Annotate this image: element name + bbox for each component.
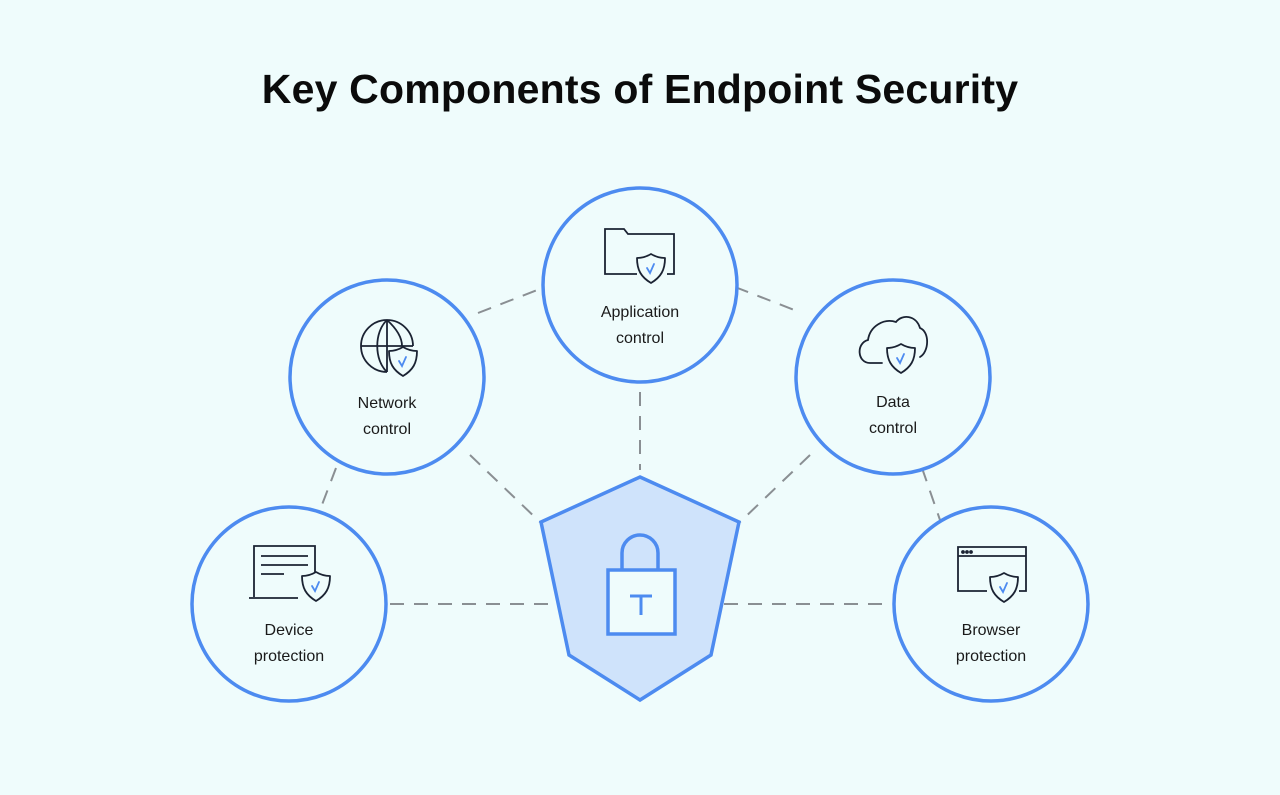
label-device-protection: Device protection <box>199 618 379 670</box>
connector-application-data <box>734 286 803 314</box>
circle-application-control <box>541 186 739 384</box>
label-line: control <box>362 421 412 438</box>
label-line: Browser <box>961 622 1021 639</box>
circle-data-control <box>794 278 992 476</box>
circle-browser-protection <box>892 505 1090 703</box>
connector-network-application <box>477 286 546 314</box>
label-network-control: Network control <box>297 391 477 443</box>
label-line: Data <box>876 394 910 411</box>
label-browser-protection: Browser protection <box>901 618 1081 670</box>
connector-device-network <box>319 467 337 511</box>
connector-data-browser <box>921 467 941 521</box>
connector-data-center <box>739 454 811 523</box>
label-application-control: Application control <box>550 300 730 352</box>
label-line: control <box>868 420 918 437</box>
label-line: Network <box>357 395 417 412</box>
connector-network-center <box>469 454 541 523</box>
circle-network-control <box>288 278 486 476</box>
circle-device-protection <box>190 505 388 703</box>
label-line: protection <box>253 648 325 665</box>
label-line: control <box>615 330 665 347</box>
label-line: Device <box>264 622 314 639</box>
label-line: Application <box>600 304 680 321</box>
lock-shield-icon <box>538 475 742 703</box>
diagram <box>190 186 1090 703</box>
label-data-control: Data control <box>803 390 983 442</box>
label-line: protection <box>955 648 1027 665</box>
